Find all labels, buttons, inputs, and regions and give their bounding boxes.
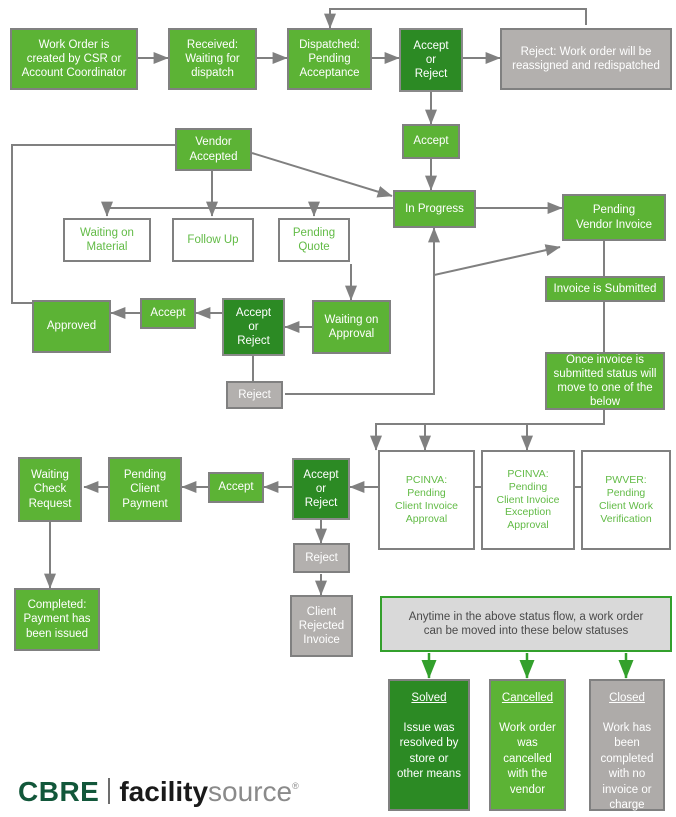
node-label: PCINVA: Pending Client Invoice Approval (394, 474, 459, 525)
note-anytime-statuses: Anytime in the above status flow, a work… (380, 596, 672, 652)
node-label: PWVER: Pending Client Work Verification (598, 474, 654, 525)
node-label: Accept (150, 307, 186, 320)
node-pending-quote[interactable]: Pending Quote (278, 218, 350, 262)
node-accept-dispatch[interactable]: Accept (402, 124, 460, 159)
node-waiting-on-approval[interactable]: Waiting on Approval (312, 300, 391, 354)
node-label: Once invoice is submitted status will mo… (553, 353, 657, 409)
status-title: Closed (609, 692, 645, 704)
node-label: Waiting on Material (80, 226, 134, 253)
node-label: Waiting Check Request (28, 469, 72, 510)
status-title: Cancelled (501, 692, 554, 704)
node-waiting-check-request[interactable]: Waiting Check Request (18, 457, 82, 522)
node-pending-client-payment[interactable]: Pending Client Payment (108, 457, 182, 522)
node-label: Accept or Reject (235, 306, 272, 347)
node-pending-vendor-invoice[interactable]: Pending Vendor Invoice (562, 194, 666, 241)
node-pcinva-pending-client-invoice-approval[interactable]: PCINVA: Pending Client Invoice Approval (378, 450, 475, 550)
status-box-closed[interactable]: Closed Work has been completed with no i… (589, 679, 665, 811)
node-label: PCINVA: Pending Client Invoice Exception… (496, 468, 560, 532)
node-label: Dispatched: Pending Acceptance (299, 38, 360, 79)
node-accept-or-reject-approval[interactable]: Accept or Reject (222, 298, 285, 356)
logo-registered-mark: ® (292, 781, 299, 791)
status-description: Issue was resolved by store or other mea… (397, 721, 461, 781)
status-description: Work order was cancelled with the vendor (499, 721, 556, 796)
node-pcinva-pending-client-invoice-exception-approval[interactable]: PCINVA: Pending Client Invoice Exception… (481, 450, 575, 550)
node-label: Reject (305, 551, 338, 564)
node-label: Pending Client Payment (122, 469, 168, 510)
node-label: In Progress (405, 202, 464, 215)
node-client-rejected-invoice[interactable]: Client Rejected Invoice (290, 595, 353, 657)
node-label: Client Rejected Invoice (298, 605, 345, 646)
node-in-progress[interactable]: In Progress (393, 190, 476, 228)
node-accept-or-reject-client-invoice[interactable]: Accept or Reject (292, 458, 350, 520)
node-waiting-on-material[interactable]: Waiting on Material (63, 218, 151, 262)
logo-cbre-text: CBRE (18, 776, 100, 807)
status-title: Solved (411, 692, 447, 704)
node-label: Received: Waiting for dispatch (185, 38, 240, 79)
node-invoice-is-submitted[interactable]: Invoice is Submitted (545, 276, 665, 302)
logo-source-text: source (208, 776, 293, 807)
node-dispatched-pending-acceptance[interactable]: Dispatched: Pending Acceptance (287, 28, 372, 90)
node-received-waiting-for-dispatch[interactable]: Received: Waiting for dispatch (168, 28, 257, 90)
node-completed-payment-issued[interactable]: Completed: Payment has been issued (14, 588, 100, 651)
node-label: Work Order is created by CSR or Account … (21, 38, 127, 79)
node-accept-or-reject-dispatch[interactable]: Accept or Reject (399, 28, 463, 92)
logo-facility-text: facility (119, 776, 209, 807)
node-label: Pending Vendor Invoice (575, 204, 653, 231)
node-once-invoice-submitted[interactable]: Once invoice is submitted status will mo… (545, 352, 665, 410)
status-box-cancelled[interactable]: Cancelled Work order was cancelled with … (489, 679, 566, 811)
node-reject-client-invoice[interactable]: Reject (293, 543, 350, 573)
node-accept-approval[interactable]: Accept (140, 298, 196, 329)
node-follow-up[interactable]: Follow Up (172, 218, 254, 262)
node-label: Pending Quote (292, 226, 336, 253)
node-approved[interactable]: Approved (32, 300, 111, 353)
node-vendor-accepted[interactable]: Vendor Accepted (175, 128, 252, 171)
node-pwver-pending-client-work-verification[interactable]: PWVER: Pending Client Work Verification (581, 450, 671, 550)
node-label: Accept (218, 481, 254, 494)
node-label: Accept or Reject (303, 468, 339, 509)
cbre-facilitysource-logo: CBRE facility source ® (18, 775, 299, 808)
node-label: Accept or Reject (413, 39, 449, 80)
node-reject-reassigned-redispatched[interactable]: Reject: Work order will be reassigned an… (500, 28, 672, 90)
flowchart-canvas: Work Order is created by CSR or Account … (0, 0, 676, 817)
status-description: Work has been completed with no invoice … (600, 721, 654, 812)
logo-divider (108, 778, 111, 804)
node-label: Approved (46, 320, 97, 333)
note-label: Anytime in the above status flow, a work… (408, 610, 644, 637)
node-label: Accept (413, 135, 449, 148)
node-label: Completed: Payment has been issued (23, 599, 91, 640)
node-work-order-created[interactable]: Work Order is created by CSR or Account … (10, 28, 138, 90)
node-reject-approval[interactable]: Reject (226, 381, 283, 409)
node-label: Waiting on Approval (324, 313, 379, 340)
node-label: Follow Up (187, 233, 239, 246)
node-label: Reject: Work order will be reassigned an… (512, 45, 660, 72)
node-label: Invoice is Submitted (553, 282, 657, 295)
node-label: Reject (238, 388, 271, 401)
node-label: Vendor Accepted (189, 136, 238, 163)
node-accept-client-invoice[interactable]: Accept (208, 472, 264, 503)
status-box-solved[interactable]: Solved Issue was resolved by store or ot… (388, 679, 470, 811)
